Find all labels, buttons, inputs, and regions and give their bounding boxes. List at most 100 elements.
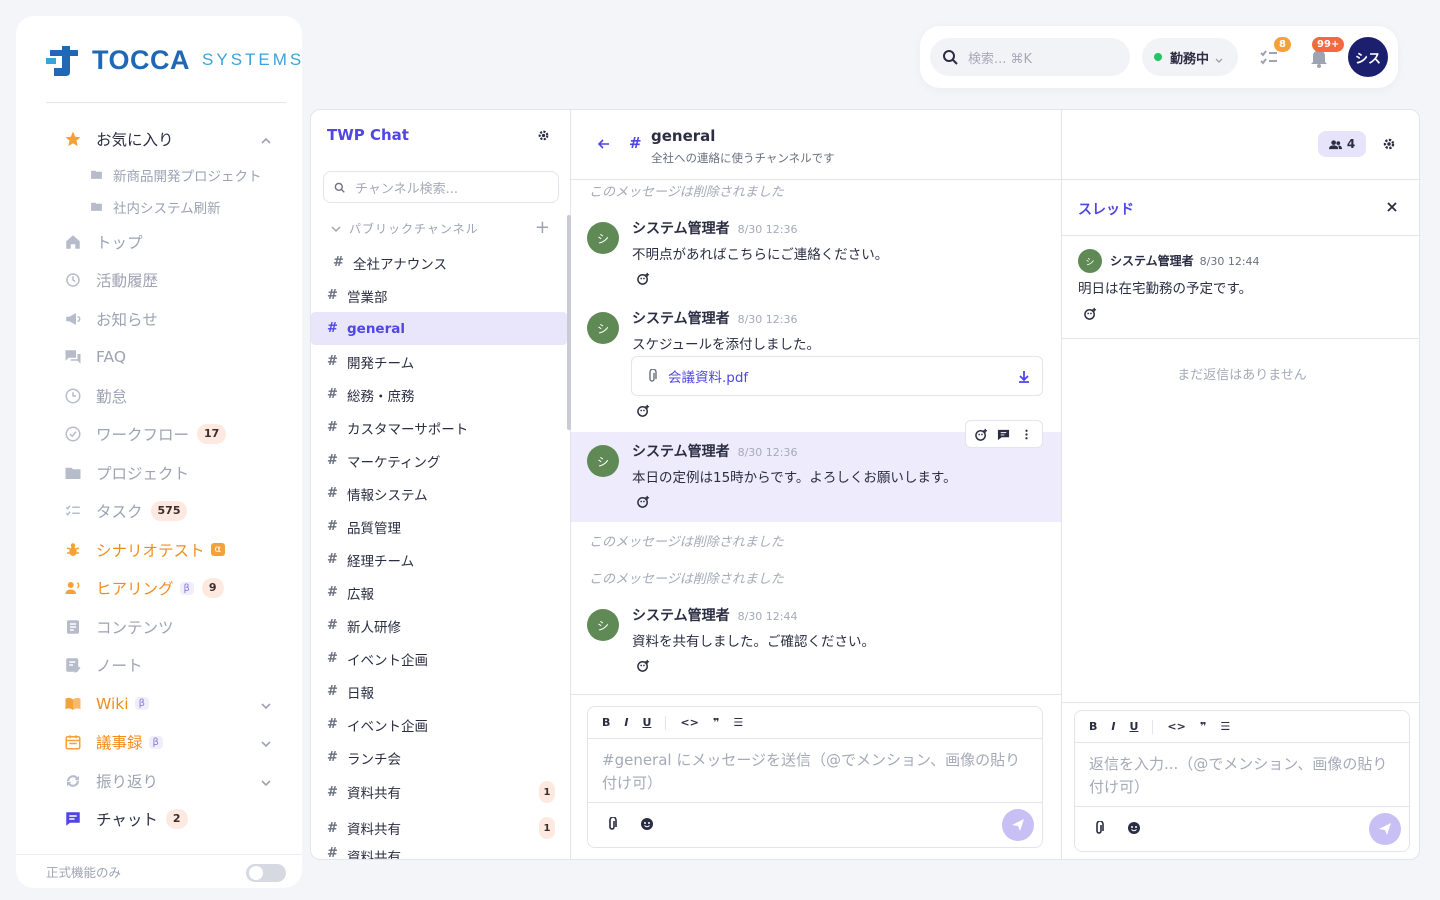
work-status-dropdown[interactable]: 勤務中 <box>1142 38 1238 76</box>
sidebar-item-fav-project-1[interactable]: 新商品開発プロジェクト <box>16 159 302 191</box>
message-author[interactable]: システム管理者 <box>632 608 730 624</box>
sidebar-item-attendance[interactable]: 勤怠 <box>16 377 302 416</box>
list-button[interactable]: ☰ <box>733 716 743 729</box>
tocca-logo-icon <box>46 42 82 78</box>
arrow-left-icon[interactable] <box>597 137 611 151</box>
code-button[interactable]: <> <box>680 716 698 729</box>
channel-item[interactable]: # 品質管理 <box>311 510 567 543</box>
add-reaction-icon[interactable] <box>637 659 650 672</box>
send-button[interactable] <box>1002 809 1034 841</box>
attach-file-icon[interactable] <box>1093 820 1106 835</box>
add-reaction-icon[interactable] <box>637 495 650 508</box>
chevron-down-icon[interactable] <box>260 775 272 787</box>
sidebar-item-history[interactable]: 活動履歴 <box>16 261 302 300</box>
channel-item[interactable]: # 新人研修 <box>311 609 567 642</box>
chevron-down-icon[interactable] <box>260 736 272 748</box>
add-reaction-icon[interactable] <box>637 272 650 285</box>
emoji-icon[interactable] <box>640 817 654 831</box>
message-author[interactable]: システム管理者 <box>632 311 730 327</box>
channel-item-active[interactable]: # general <box>311 312 567 345</box>
channel-search-input[interactable]: チャンネル検索... <box>323 171 559 203</box>
gear-icon[interactable] <box>1382 137 1396 151</box>
quote-button[interactable]: ❞ <box>1200 720 1206 733</box>
message-author[interactable]: システム管理者 <box>1110 254 1194 268</box>
add-reaction-icon[interactable] <box>1084 307 1097 320</box>
italic-button[interactable]: I <box>624 716 628 729</box>
sidebar-item-workflow[interactable]: ワークフロー 17 <box>16 415 302 454</box>
message-author[interactable]: システム管理者 <box>632 221 730 237</box>
bold-button[interactable]: B <box>602 716 610 729</box>
reply-input[interactable]: 返信を入力...（@でメンション、画像の貼り付け可） <box>1075 743 1409 807</box>
add-reaction-icon[interactable] <box>975 428 988 441</box>
task-badge: 8 <box>1274 37 1291 52</box>
channel-item[interactable]: # イベント企画 <box>311 708 567 741</box>
underline-button[interactable]: U <box>1129 720 1138 733</box>
channel-item[interactable]: # 経理チーム <box>311 543 567 576</box>
italic-button[interactable]: I <box>1111 720 1115 733</box>
sidebar-item-top[interactable]: トップ <box>16 223 302 262</box>
sidebar-item-project[interactable]: プロジェクト <box>16 454 302 493</box>
underline-button[interactable]: U <box>642 716 651 729</box>
sidebar-item-chat[interactable]: チャット 2 <box>16 800 302 839</box>
bold-button[interactable]: B <box>1089 720 1097 733</box>
chevron-up-icon[interactable] <box>260 133 272 145</box>
sidebar-item-task[interactable]: タスク 575 <box>16 492 302 531</box>
global-search-input[interactable]: 検索... ⌘K <box>930 38 1130 76</box>
add-channel-icon[interactable]: + <box>535 217 551 238</box>
channel-item[interactable]: # 情報システム <box>311 477 567 510</box>
history-icon <box>64 271 82 289</box>
member-count-button[interactable]: 4 <box>1318 131 1366 157</box>
close-icon[interactable] <box>1386 201 1398 213</box>
send-button[interactable] <box>1369 813 1401 845</box>
official-only-toggle[interactable] <box>246 864 286 882</box>
search-placeholder: 検索... ⌘K <box>968 51 1033 67</box>
avatar[interactable]: シ <box>587 312 619 344</box>
list-button[interactable]: ☰ <box>1220 720 1230 733</box>
sidebar-item-scenario-test[interactable]: シナリオテスト α <box>16 531 302 570</box>
avatar[interactable]: シ <box>587 222 619 254</box>
reply-thread-icon[interactable] <box>997 428 1010 441</box>
more-options-icon[interactable] <box>1020 428 1033 441</box>
sidebar-item-contents[interactable]: コンテンツ <box>16 608 302 647</box>
message-input[interactable]: #general にメッセージを送信（@でメンション、画像の貼り付け可） <box>588 739 1042 803</box>
download-icon[interactable] <box>1018 370 1030 383</box>
channel-item[interactable]: # マーケティング <box>311 444 567 477</box>
sidebar-item-notes[interactable]: ノート <box>16 646 302 685</box>
sidebar-item-hearing[interactable]: ヒアリング β 9 <box>16 569 302 608</box>
channel-item[interactable]: # 資料共有 1 <box>311 810 567 846</box>
add-reaction-icon[interactable] <box>637 404 650 417</box>
channel-item[interactable]: # 総務・庶務 <box>311 378 567 411</box>
channel-item[interactable]: # 営業部 <box>311 279 567 312</box>
logo[interactable]: TOCCA SYSTEMS <box>46 42 302 78</box>
channel-item[interactable]: # 日報 <box>311 675 567 708</box>
channel-item[interactable]: # カスタマーサポート <box>311 411 567 444</box>
emoji-icon[interactable] <box>1127 821 1141 835</box>
sidebar-item-minutes[interactable]: 議事録 β <box>16 723 302 762</box>
channel-item[interactable]: # 資料共有 1 <box>311 774 567 810</box>
code-button[interactable]: <> <box>1167 720 1185 733</box>
channel-item[interactable]: # イベント企画 <box>311 642 567 675</box>
sidebar-item-retrospective[interactable]: 振り返り <box>16 762 302 801</box>
channel-item[interactable]: # 資料共有 <box>311 846 567 859</box>
channel-item[interactable]: # 開発チーム <box>311 345 567 378</box>
message-author[interactable]: システム管理者 <box>632 444 730 460</box>
channel-item[interactable]: # ランチ会 <box>311 741 567 774</box>
quote-button[interactable]: ❞ <box>713 716 719 729</box>
file-name[interactable]: 会議資料.pdf <box>668 366 748 386</box>
channel-item[interactable]: # 全社アナウンス <box>311 246 567 279</box>
sidebar-item-faq[interactable]: FAQ <box>16 338 302 377</box>
sidebar-item-fav-project-2[interactable]: 社内システム刷新 <box>16 191 302 223</box>
attach-file-icon[interactable] <box>606 816 619 831</box>
avatar[interactable]: シ <box>587 609 619 641</box>
sidebar-item-news[interactable]: お知らせ <box>16 300 302 339</box>
user-avatar[interactable]: シス <box>1348 37 1388 77</box>
public-channels-section[interactable]: パブリックチャンネル + <box>331 217 551 238</box>
chevron-down-icon[interactable] <box>260 698 272 710</box>
sidebar-item-wiki[interactable]: Wiki β <box>16 685 302 724</box>
avatar[interactable]: シ <box>587 445 619 477</box>
sidebar-item-favorites[interactable]: お気に入り <box>16 120 302 159</box>
file-attachment[interactable]: 会議資料.pdf <box>631 356 1043 396</box>
avatar[interactable]: シ <box>1078 249 1102 273</box>
gear-icon[interactable] <box>537 128 550 141</box>
channel-item[interactable]: # 広報 <box>311 576 567 609</box>
